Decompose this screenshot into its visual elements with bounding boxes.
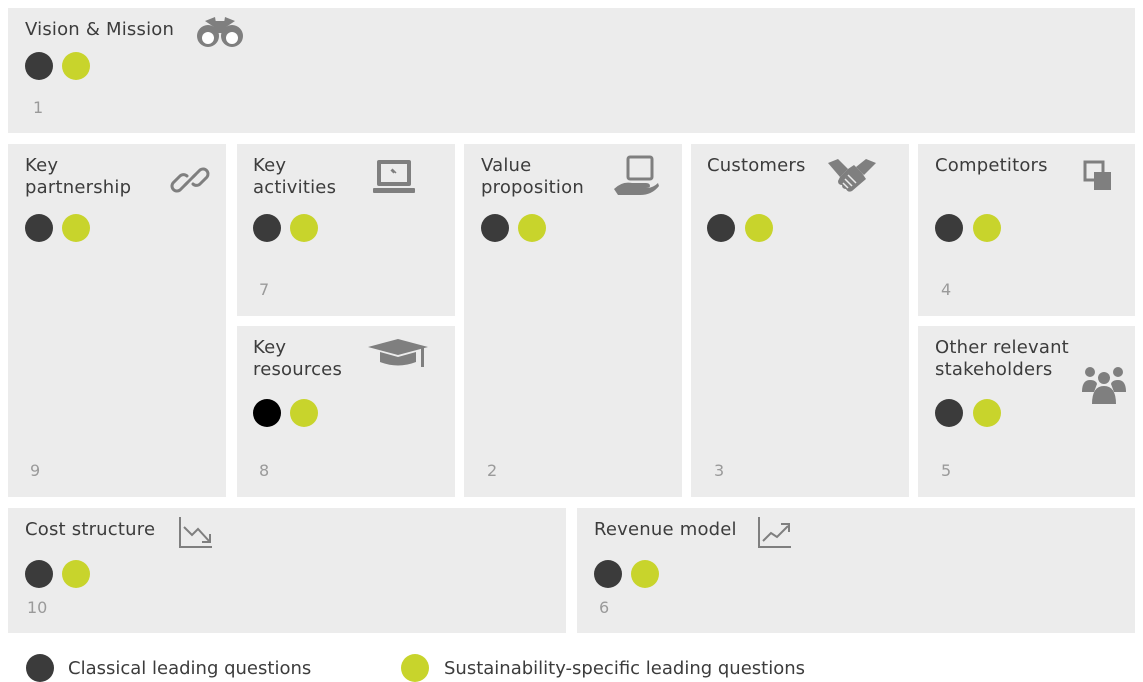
classical-dot <box>253 214 281 242</box>
other-stakeholders-label: Other relevant stakeholders <box>935 337 1069 380</box>
competitors-number: 4 <box>941 280 952 299</box>
sustainability-dot <box>62 52 90 80</box>
sustainability-dot <box>631 560 659 588</box>
link-icon <box>170 160 210 200</box>
classical-dot <box>594 560 622 588</box>
value-proposition-label: Value proposition <box>481 155 584 198</box>
sustainability-dot <box>290 214 318 242</box>
revenue-model-number: 6 <box>599 598 610 617</box>
cost-structure-label: Cost structure <box>25 519 156 540</box>
sustainability-dot <box>518 214 546 242</box>
vision-mission-label: Vision & Mission <box>25 19 175 40</box>
graduation-cap-icon <box>368 338 428 372</box>
classical-dot <box>253 399 281 427</box>
classical-dot <box>25 560 53 588</box>
classical-dot <box>935 214 963 242</box>
sustainability-dot <box>973 214 1001 242</box>
competitors-label: Competitors <box>935 155 1048 176</box>
key-activities-number: 7 <box>259 280 270 299</box>
other-stakeholders-number: 5 <box>941 461 952 480</box>
vision-mission-number: 1 <box>33 98 44 117</box>
block-vision-mission <box>8 8 1135 133</box>
legend-classical-label: Classical leading questions <box>68 658 312 679</box>
key-resources-number: 8 <box>259 461 270 480</box>
key-activities-label: Key activities <box>253 155 337 198</box>
legend-sustainability-label: Sustainability-specific leading question… <box>444 658 806 679</box>
revenue-model-label: Revenue model <box>594 519 737 540</box>
laptop-icon <box>372 158 416 198</box>
binoculars-icon <box>195 15 245 49</box>
key-resources-label: Key resources <box>253 337 343 380</box>
sustainability-dot <box>290 399 318 427</box>
customers-number: 3 <box>714 461 725 480</box>
customers-label: Customers <box>707 155 806 176</box>
sustainability-dot <box>745 214 773 242</box>
legend-sustainability-dot <box>401 654 429 682</box>
trend-up-icon <box>757 515 793 549</box>
sustainability-dot <box>62 214 90 242</box>
block-customers <box>691 144 909 497</box>
people-group-icon <box>1080 364 1128 406</box>
sustainability-dot <box>973 399 1001 427</box>
overlapping-squares-icon <box>1083 160 1113 192</box>
classical-dot <box>481 214 509 242</box>
trend-down-icon <box>178 515 214 549</box>
cost-structure-number: 10 <box>27 598 48 617</box>
hand-device-icon <box>612 155 660 197</box>
key-partnership-label: Key partnership <box>25 155 132 198</box>
handshake-icon <box>826 155 878 195</box>
classical-dot <box>935 399 963 427</box>
value-proposition-number: 2 <box>487 461 498 480</box>
sustainability-dot <box>62 560 90 588</box>
classical-dot <box>707 214 735 242</box>
classical-dot <box>25 214 53 242</box>
classical-dot <box>25 52 53 80</box>
legend-classical-dot <box>26 654 54 682</box>
key-partnership-number: 9 <box>30 461 41 480</box>
